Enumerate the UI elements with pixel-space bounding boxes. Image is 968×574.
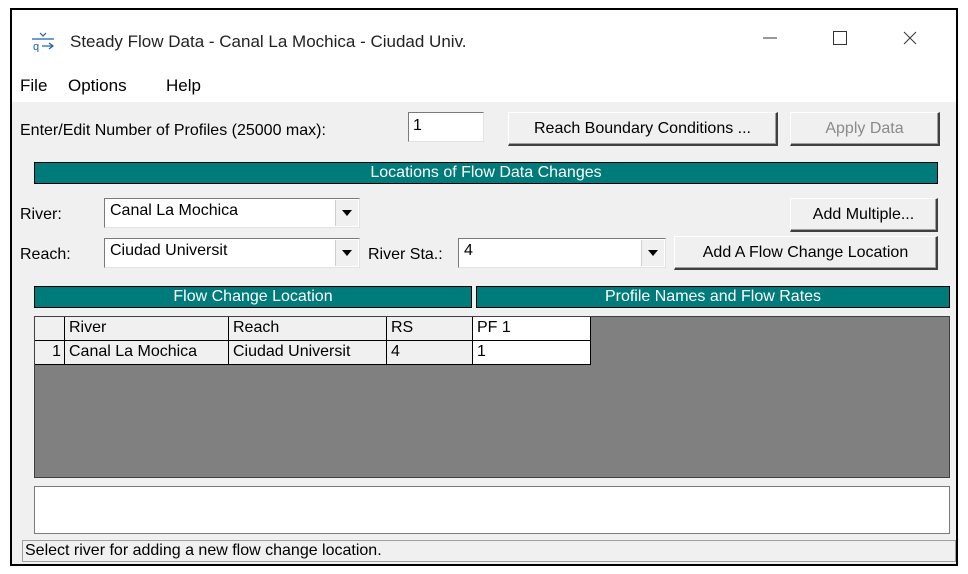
chevron-down-icon [335,200,358,226]
grid-corner-header [35,317,65,341]
column-header-river: River [65,317,229,341]
menu-file[interactable]: File [20,76,47,96]
apply-data-button[interactable]: Apply Data [790,112,940,146]
river-select-value: Canal La Mochica [110,202,239,219]
flow-change-location-header: Flow Change Location [34,286,472,308]
river-sta-label: River Sta.: [368,246,443,263]
steady-flow-app-icon: q [32,32,54,52]
river-label: River: [20,206,62,223]
steady-flow-window: q Steady Flow Data - Canal La Mochica - … [10,8,958,566]
river-sta-select-value: 4 [464,242,473,259]
svg-text:q: q [33,41,39,52]
menu-options[interactable]: Options [68,76,127,96]
row-number: 1 [35,341,65,365]
profiles-count-input[interactable]: 1 [408,112,484,142]
profiles-label: Enter/Edit Number of Profiles (25000 max… [20,122,326,139]
minimize-button[interactable] [742,18,798,58]
maximize-button[interactable] [812,18,868,58]
column-header-pf1[interactable]: PF 1 [473,317,591,341]
column-header-rs: RS [387,317,473,341]
reach-label: Reach: [20,246,71,263]
flow-data-grid[interactable]: River Reach RS PF 1 1 Canal La Mochica C… [34,316,950,478]
reach-select-value: Ciudad Universit [110,242,228,259]
river-select[interactable]: Canal La Mochica [104,198,360,228]
chevron-down-icon [641,240,664,266]
title-bar: q Steady Flow Data - Canal La Mochica - … [12,10,956,62]
description-textbox[interactable] [34,486,950,534]
menu-help[interactable]: Help [166,76,201,96]
close-button[interactable] [882,18,938,58]
status-bar: Select river for adding a new flow chang… [22,540,956,562]
table-cell-reach: Ciudad Universit [229,341,387,365]
table-cell-river: Canal La Mochica [65,341,229,365]
close-icon [903,31,917,45]
chevron-down-icon [335,240,358,266]
minimize-icon [763,37,777,39]
profile-names-flow-rates-header: Profile Names and Flow Rates [476,286,950,308]
reach-select[interactable]: Ciudad Universit [104,238,360,268]
window-title: Steady Flow Data - Canal La Mochica - Ci… [70,32,467,51]
table-cell-rs: 4 [387,341,473,365]
column-header-reach: Reach [229,317,387,341]
table-cell-pf1[interactable]: 1 [473,341,591,365]
river-sta-select[interactable]: 4 [458,238,666,268]
add-multiple-button[interactable]: Add Multiple... [790,198,938,232]
menu-bar [12,62,956,102]
locations-header: Locations of Flow Data Changes [34,162,938,184]
maximize-icon [833,31,847,45]
reach-boundary-conditions-button[interactable]: Reach Boundary Conditions ... [508,112,778,146]
add-flow-change-location-button[interactable]: Add A Flow Change Location [674,236,938,270]
